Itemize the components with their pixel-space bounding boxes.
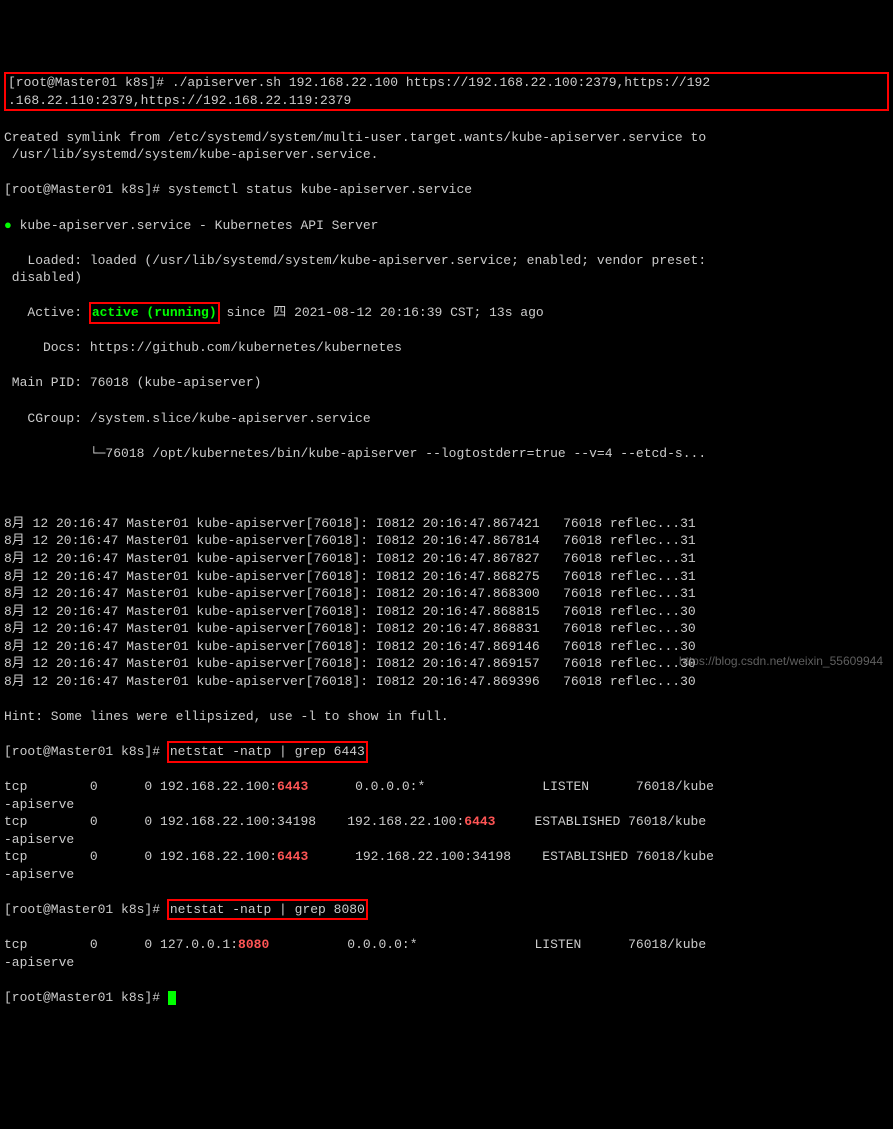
prompt: [root@Master01 k8s]# [8,75,172,90]
status-mainpid: Main PID: 76018 (kube-apiserver) [4,374,889,392]
log-line: 8月 12 20:16:47 Master01 kube-apiserver[7… [4,673,889,691]
command-status: [root@Master01 k8s]# systemctl status ku… [4,181,889,199]
command-apiserver: [root@Master01 k8s]# ./apiserver.sh 192.… [4,72,889,111]
command-netstat-6443: [root@Master01 k8s]# netstat -natp | gre… [4,743,889,761]
netstat-row: tcp 0 0 127.0.0.1:8080 0.0.0.0:* LISTEN … [4,936,889,954]
netstat-row-wrap: -apiserve [4,954,889,972]
command-text[interactable]: netstat -natp | grep 6443 [167,741,368,763]
netstat-row-wrap: -apiserve [4,866,889,884]
command-text[interactable]: systemctl status kube-apiserver.service [168,182,472,197]
netstat-row: tcp 0 0 192.168.22.100:6443 0.0.0.0:* LI… [4,778,889,796]
command-netstat-8080: [root@Master01 k8s]# netstat -natp | gre… [4,901,889,919]
status-dot-icon: ● [4,218,12,233]
log-line: 8月 12 20:16:47 Master01 kube-apiserver[7… [4,550,889,568]
status-cgroup2: └─76018 /opt/kubernetes/bin/kube-apiserv… [4,445,889,463]
blank [4,480,889,498]
log-line: 8月 12 20:16:47 Master01 kube-apiserver[7… [4,585,889,603]
log-line: 8月 12 20:16:47 Master01 kube-apiserver[7… [4,568,889,586]
hint-line: Hint: Some lines were ellipsized, use -l… [4,708,889,726]
symlink-output: Created symlink from /etc/systemd/system… [4,129,889,164]
log-line: 8月 12 20:16:47 Master01 kube-apiserver[7… [4,603,889,621]
log-line: 8月 12 20:16:47 Master01 kube-apiserver[7… [4,515,889,533]
status-docs: Docs: https://github.com/kubernetes/kube… [4,339,889,357]
netstat-row: tcp 0 0 192.168.22.100:34198 192.168.22.… [4,813,889,831]
status-loaded: Loaded: loaded (/usr/lib/systemd/system/… [4,252,889,287]
active-running-badge: active (running) [92,305,217,320]
netstat-8080-output: tcp 0 0 127.0.0.1:8080 0.0.0.0:* LISTEN … [4,936,889,971]
netstat-row-wrap: -apiserve [4,831,889,849]
netstat-row-wrap: -apiserve [4,796,889,814]
status-header: ● kube-apiserver.service - Kubernetes AP… [4,217,889,235]
netstat-row: tcp 0 0 192.168.22.100:6443 192.168.22.1… [4,848,889,866]
prompt: [root@Master01 k8s]# [4,744,168,759]
log-line: 8月 12 20:16:47 Master01 kube-apiserver[7… [4,620,889,638]
prompt: [root@Master01 k8s]# [4,182,168,197]
log-line: 8月 12 20:16:47 Master01 kube-apiserver[7… [4,532,889,550]
prompt: [root@Master01 k8s]# [4,902,168,917]
prompt[interactable]: [root@Master01 k8s]# [4,990,168,1005]
status-cgroup1: CGroup: /system.slice/kube-apiserver.ser… [4,410,889,428]
final-prompt: [root@Master01 k8s]# [4,989,889,1007]
watermark: https://blog.csdn.net/weixin_55609944 [679,653,883,669]
netstat-6443-output: tcp 0 0 192.168.22.100:6443 0.0.0.0:* LI… [4,778,889,883]
cursor-icon [168,991,176,1005]
status-active: Active: active (running) since 四 2021-08… [4,304,889,322]
command-text[interactable]: netstat -natp | grep 8080 [167,899,368,921]
service-name: kube-apiserver.service - Kubernetes API … [20,218,379,233]
